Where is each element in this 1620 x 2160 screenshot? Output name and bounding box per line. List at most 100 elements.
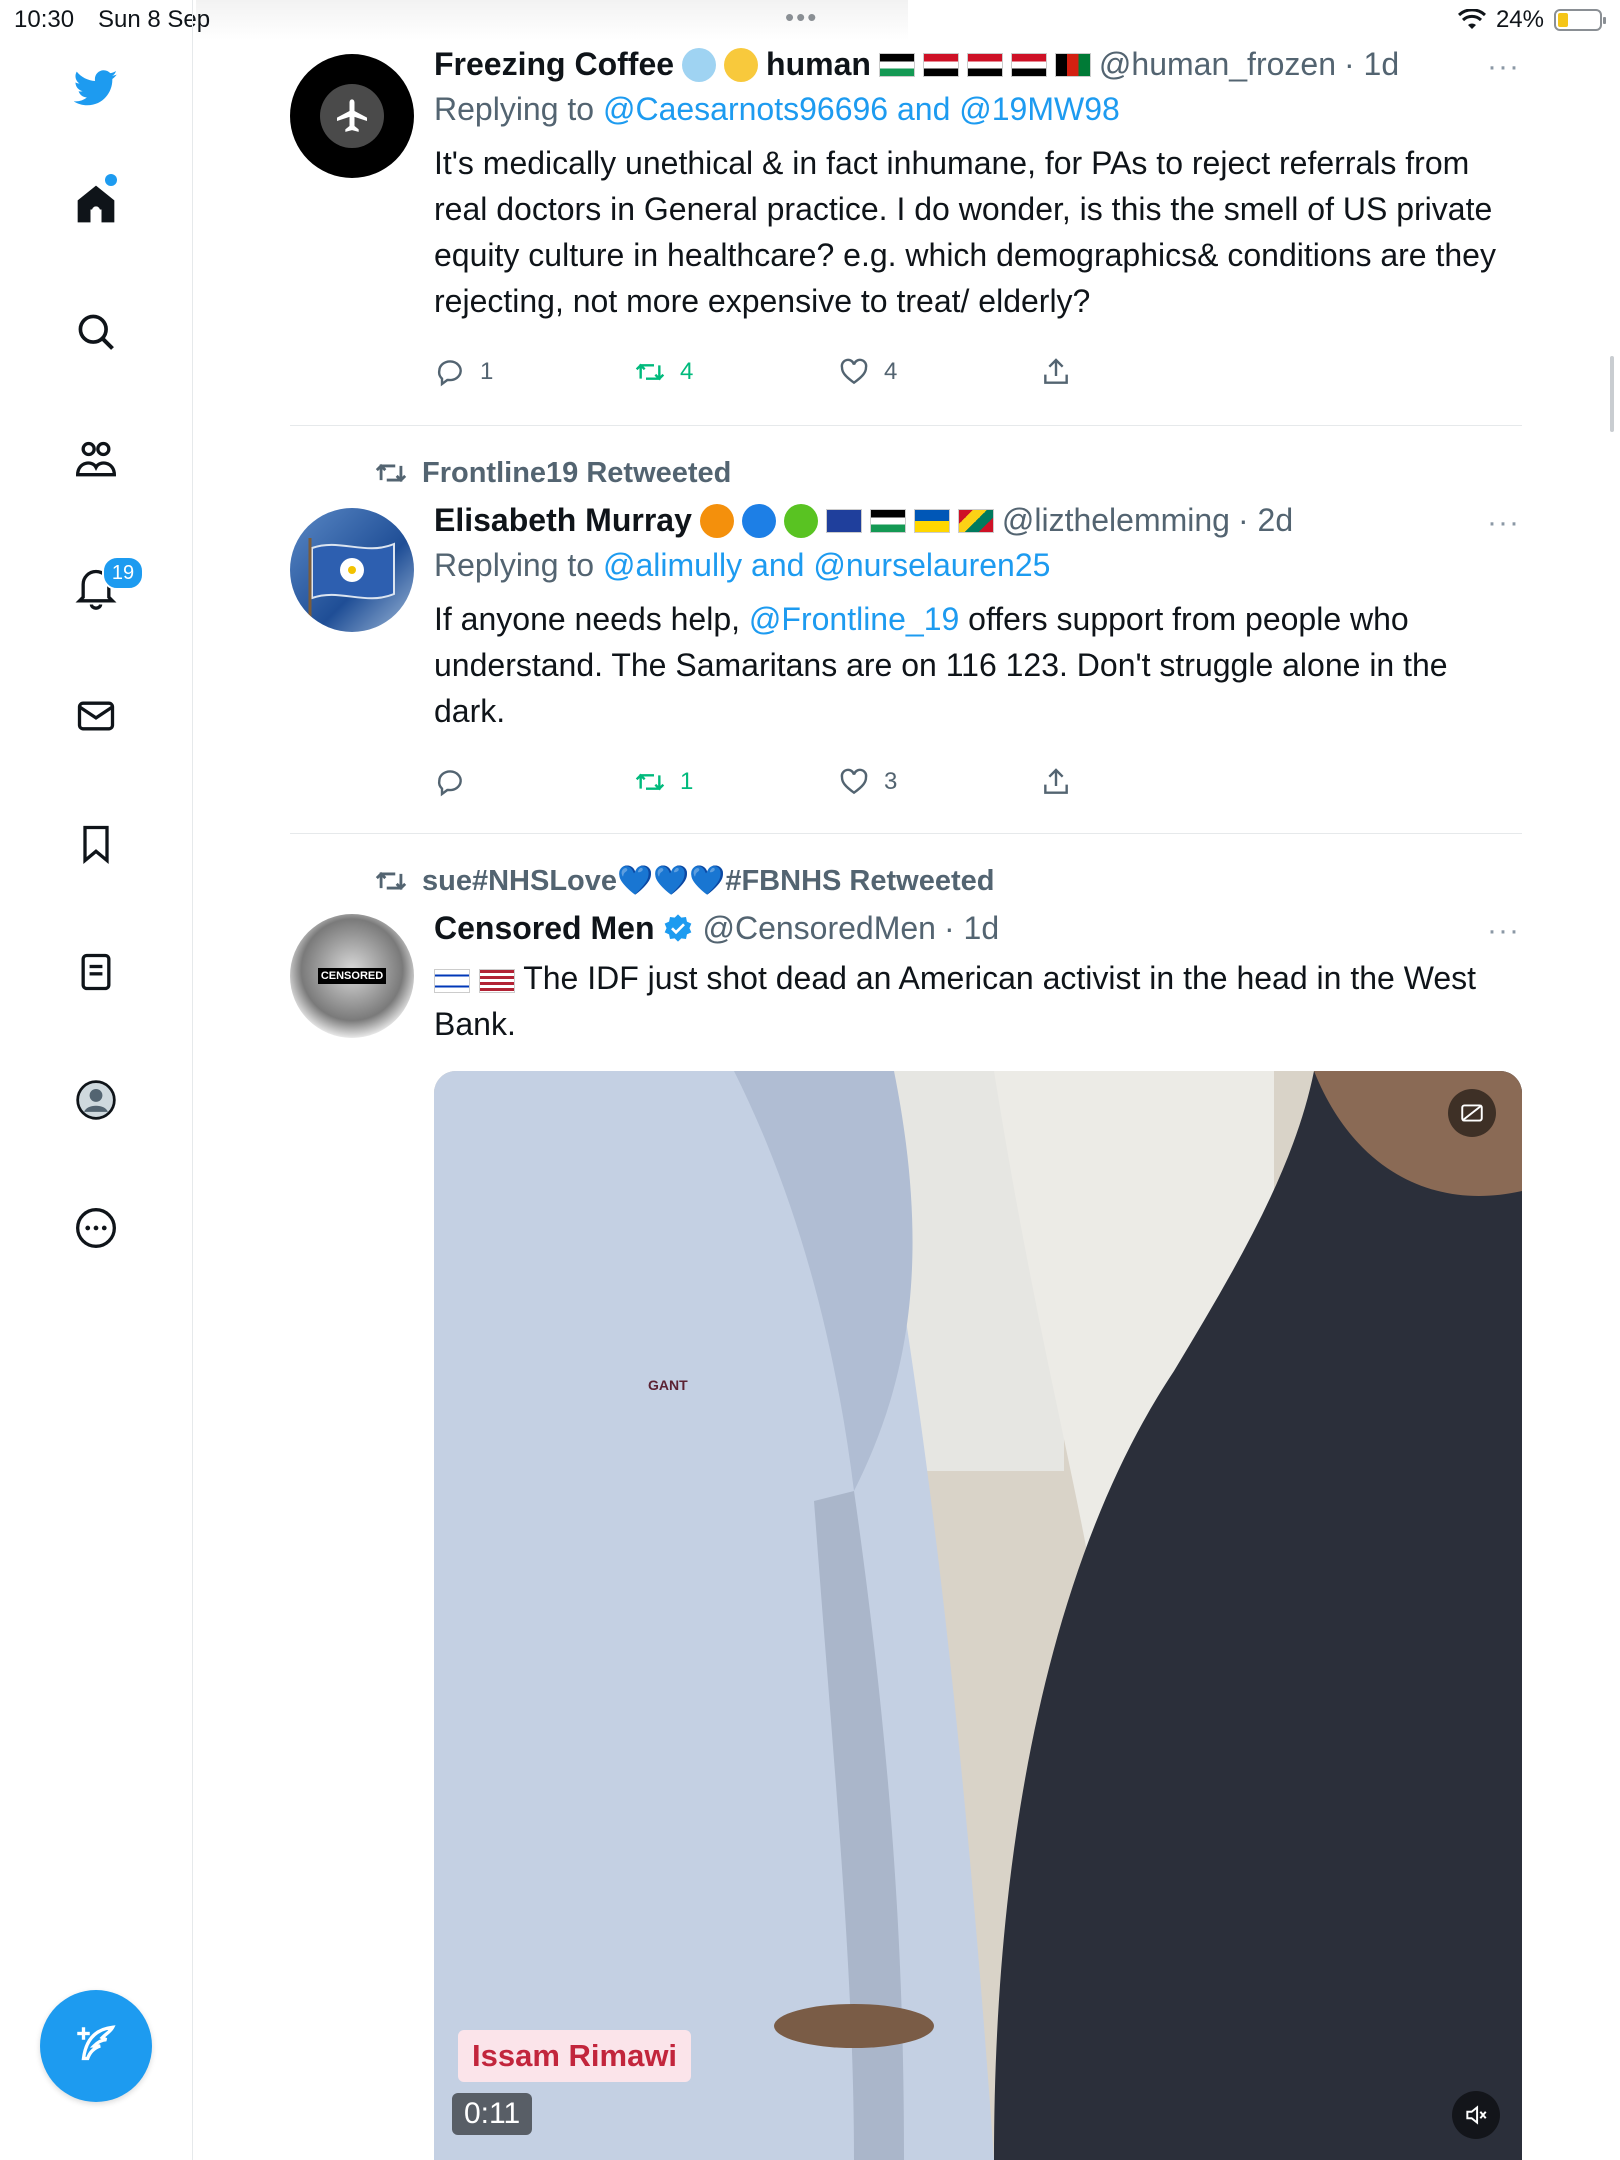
green-heart-icon — [783, 503, 818, 538]
nav-search[interactable] — [68, 304, 124, 360]
nav-more[interactable] — [68, 1200, 124, 1256]
censored-bar: CENSORED — [318, 968, 386, 984]
scrollbar[interactable] — [1610, 356, 1614, 432]
display-name[interactable]: Freezing Coffee — [434, 46, 674, 83]
replying-prefix: Replying to — [434, 91, 595, 127]
replying-to: Replying to @Caesarnots96696 and @19MW98 — [434, 91, 1522, 128]
iraq-flag-icon — [1010, 52, 1047, 77]
nav-lists[interactable] — [68, 944, 124, 1000]
yorkshire-flag-icon — [308, 538, 395, 626]
tweet-text: If anyone needs help, @Frontline_19 offe… — [434, 596, 1522, 734]
tweet-text-start: If anyone needs help, — [434, 601, 749, 637]
yemen-flag-icon — [922, 52, 959, 77]
mention-link[interactable]: @Frontline_19 — [749, 601, 959, 637]
like-count: 3 — [884, 768, 898, 795]
nav-profile[interactable] — [68, 1072, 124, 1128]
display-name[interactable]: Censored Men — [434, 910, 654, 947]
avatar[interactable] — [290, 54, 414, 178]
retweet-icon — [635, 773, 665, 791]
tweet-more-icon[interactable]: ··· — [1487, 50, 1520, 84]
avatar[interactable]: CENSORED — [290, 914, 414, 1038]
lists-icon — [81, 953, 111, 991]
compose-tweet-button[interactable] — [40, 1990, 152, 2102]
mask-face-emoji — [724, 47, 759, 82]
tweet-time[interactable]: · 2d — [1238, 502, 1293, 539]
retweet-count: 1 — [680, 768, 694, 795]
tweet-header: Censored Men @CensoredMen · 1d — [434, 910, 1522, 947]
display-name-suffix[interactable]: human — [766, 46, 871, 83]
share-button[interactable] — [1040, 766, 1072, 798]
like-button[interactable]: 4 — [838, 356, 897, 388]
tweet-time[interactable]: · 1d — [1344, 46, 1399, 83]
reply-icon — [437, 770, 462, 797]
tweet-time[interactable]: · 1d — [944, 910, 999, 947]
user-handle[interactable]: @CensoredMen — [702, 910, 935, 947]
orange-heart-icon — [699, 503, 734, 538]
sidebar: 19 — [0, 0, 193, 2160]
battery-icon — [1554, 9, 1606, 31]
muted-speaker-icon — [1466, 2105, 1487, 2125]
syria-flag-icon — [966, 52, 1003, 77]
nav-bookmarks[interactable] — [68, 816, 124, 872]
bookmark-icon — [83, 825, 109, 865]
mute-button[interactable] — [1452, 2091, 1500, 2139]
search-icon — [78, 314, 114, 350]
captions-icon — [1461, 1104, 1483, 1122]
more-icon — [76, 1208, 116, 1248]
tweet-divider — [290, 833, 1522, 834]
nav-communities[interactable] — [68, 432, 124, 488]
israel-flag-icon — [434, 968, 470, 993]
verified-badge-icon — [665, 913, 692, 942]
tweet-text: It's medically unethical & in fact inhum… — [434, 145, 1496, 319]
twitter-logo[interactable] — [68, 60, 124, 116]
replying-to-users[interactable]: @Caesarnots96696 and @19MW98 — [603, 91, 1120, 127]
usa-flag-icon — [478, 968, 515, 993]
nav-messages[interactable] — [68, 688, 124, 744]
replying-prefix: Replying to — [434, 547, 595, 583]
share-icon — [1044, 358, 1068, 384]
replying-to: Replying to @alimully and @nurselauren25 — [434, 547, 1522, 584]
retweeted-by-label[interactable]: sue#NHSLove💙💙💙#FBNHS Retweeted — [422, 864, 994, 898]
retweeted-by: Frontline19 Retweeted — [374, 456, 731, 490]
multitasking-dots-icon[interactable]: ••• — [785, 2, 818, 33]
afghanistan-flag-icon — [1054, 52, 1091, 77]
tweet-divider — [290, 425, 1522, 426]
retweeted-by-label[interactable]: Frontline19 Retweeted — [422, 457, 731, 490]
retweet-icon — [635, 363, 665, 381]
status-bar: 10:30 Sun 8 Sep ••• 24% — [0, 0, 1620, 40]
video-player[interactable]: GANT Issam Rimawi 0:11 — [434, 1071, 1522, 2160]
grenada-flag-icon — [957, 508, 994, 533]
retweet-button[interactable]: 4 — [634, 356, 693, 388]
user-handle[interactable]: @human_frozen — [1099, 46, 1336, 83]
user-handle[interactable]: @lizthelemming — [1002, 502, 1230, 539]
profile-icon — [76, 1080, 116, 1120]
reply-button[interactable] — [434, 766, 480, 798]
retweet-small-icon — [375, 871, 407, 891]
shirt-logo: GANT — [648, 1377, 688, 1393]
tweet-header: Elisabeth Murray @lizthelemming · 2d — [434, 502, 1522, 539]
nav-home[interactable] — [68, 176, 124, 232]
airplane-icon — [320, 84, 384, 148]
reply-count: 1 — [480, 358, 494, 385]
retweet-small-icon — [375, 463, 407, 483]
share-button[interactable] — [1040, 356, 1072, 388]
share-icon — [1044, 768, 1068, 794]
like-button[interactable]: 3 — [838, 766, 897, 798]
replying-to-users[interactable]: @alimully and @nurselauren25 — [603, 547, 1050, 583]
notifications-badge: 19 — [102, 556, 144, 590]
display-name[interactable]: Elisabeth Murray — [434, 502, 692, 539]
avatar[interactable] — [290, 508, 414, 632]
heart-icon — [840, 358, 868, 385]
mail-icon — [77, 701, 115, 731]
palestine-flag-icon — [869, 508, 906, 533]
reply-button[interactable]: 1 — [434, 356, 493, 388]
video-caption: Issam Rimawi — [458, 2030, 692, 2082]
tweet-more-icon[interactable]: ··· — [1487, 506, 1520, 540]
twitter-bird-icon — [74, 70, 118, 106]
tweet-text: The IDF just shot dead an American activ… — [434, 955, 1522, 1047]
compose-feather-icon — [77, 2025, 116, 2061]
retweet-button[interactable]: 1 — [634, 766, 693, 798]
ukraine-flag-icon — [913, 508, 950, 533]
tweet-more-icon[interactable]: ··· — [1487, 914, 1520, 948]
captions-button[interactable] — [1448, 1089, 1496, 1137]
